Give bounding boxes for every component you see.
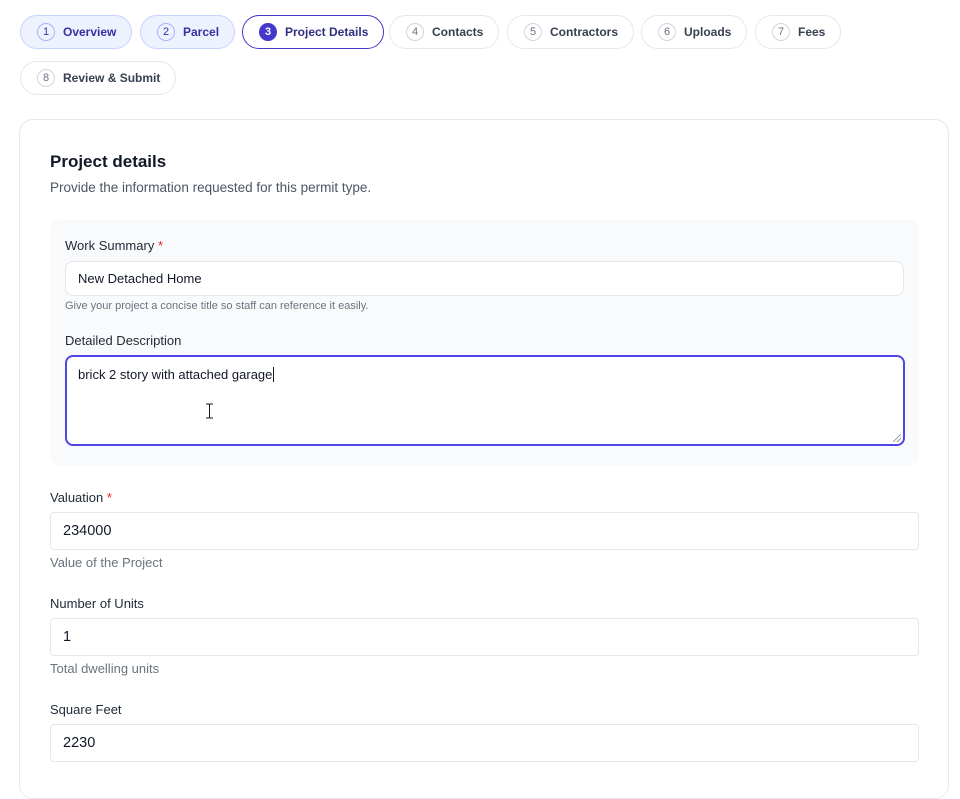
required-mark: * (157, 238, 164, 253)
step-number: 8 (37, 69, 55, 87)
detailed-description-textarea[interactable]: brick 2 story with attached garage (65, 355, 905, 446)
text-cursor-icon (206, 403, 213, 419)
work-summary-input[interactable]: New Detached Home (65, 261, 904, 296)
step-label: Contacts (432, 25, 484, 39)
step-label: Uploads (684, 25, 732, 39)
step-overview[interactable]: 1 Overview (20, 15, 133, 49)
step-project-details[interactable]: 3 Project Details (242, 15, 385, 49)
work-summary-hint: Give your project a concise title so sta… (65, 300, 369, 312)
work-summary-label: Work Summary * (65, 238, 163, 253)
step-number: 7 (772, 23, 790, 41)
step-contacts[interactable]: 4 Contacts (389, 15, 500, 49)
step-parcel[interactable]: 2 Parcel (140, 15, 236, 49)
valuation-value: 234000 (63, 523, 112, 539)
square-feet-value: 2230 (63, 735, 96, 751)
step-label: Project Details (285, 25, 369, 39)
units-value: 1 (63, 629, 72, 645)
step-number: 6 (658, 23, 676, 41)
valuation-hint: Value of the Project (50, 555, 163, 570)
units-input[interactable]: 1 (50, 618, 919, 656)
step-contractors[interactable]: 5 Contractors (507, 15, 635, 49)
step-label: Overview (63, 25, 117, 39)
valuation-label-text: Valuation (50, 490, 104, 505)
step-label: Contractors (550, 25, 619, 39)
step-label: Review & Submit (63, 71, 161, 85)
step-label: Fees (798, 25, 826, 39)
step-number: 1 (37, 23, 55, 41)
valuation-input[interactable]: 234000 (50, 512, 919, 550)
square-feet-input[interactable]: 2230 (50, 724, 919, 762)
step-review-submit[interactable]: 8 Review & Submit (20, 61, 177, 95)
square-feet-label: Square Feet (50, 702, 122, 717)
step-number: 2 (157, 23, 175, 41)
step-number: 4 (406, 23, 424, 41)
section-title: Project details (50, 152, 167, 171)
step-fees[interactable]: 7 Fees (755, 15, 842, 49)
required-mark: * (106, 490, 112, 505)
step-number: 3 (259, 23, 277, 41)
text-caret (273, 367, 275, 382)
step-uploads[interactable]: 6 Uploads (641, 15, 748, 49)
step-number: 5 (524, 23, 542, 41)
section-subtitle: Provide the information requested for th… (50, 180, 372, 195)
units-hint: Total dwelling units (50, 661, 160, 676)
units-label: Number of Units (50, 596, 144, 611)
resize-handle-icon[interactable] (893, 434, 901, 442)
detailed-description-value: brick 2 story with attached garage (78, 367, 273, 382)
work-summary-value: New Detached Home (78, 271, 202, 286)
work-summary-label-text: Work Summary (65, 238, 155, 253)
detailed-description-label: Detailed Description (65, 333, 182, 348)
step-label: Parcel (183, 25, 220, 39)
valuation-label: Valuation * (50, 490, 112, 505)
